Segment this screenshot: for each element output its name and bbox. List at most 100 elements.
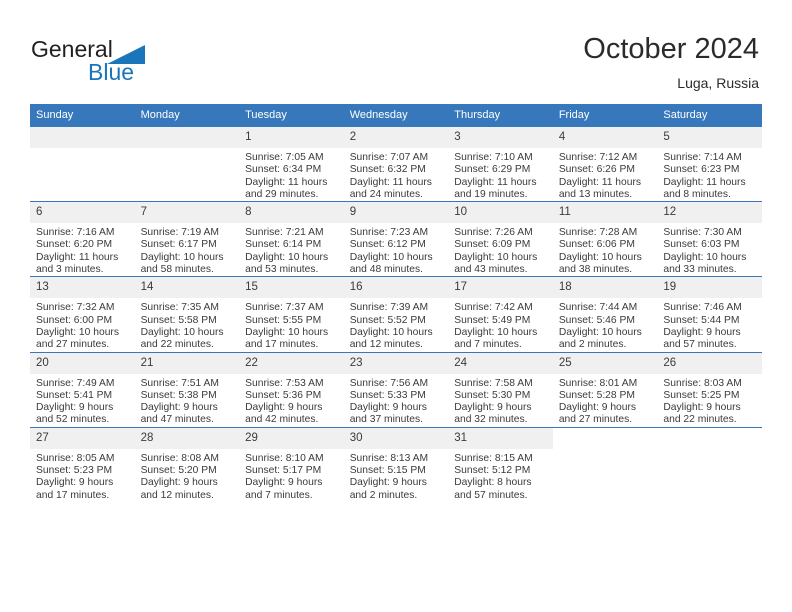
daylight-line: and 33 minutes. bbox=[663, 264, 737, 276]
daylight-line: Daylight: 9 hours bbox=[349, 402, 427, 414]
calendar-cell-empty bbox=[134, 125, 240, 202]
calendar-day-cell[interactable]: 21 Sunrise: 7:51 AM Sunset: 5:38 PM Dayligh… bbox=[134, 351, 240, 428]
calendar-cell-empty bbox=[657, 426, 762, 502]
calendar-day-cell[interactable]: 28 Sunrise: 8:08 AM Sunset: 5:20 PM Dayligh… bbox=[134, 426, 240, 502]
daylight-line: Daylight: 10 hours bbox=[245, 251, 329, 263]
daylight-line: Daylight: 10 hours bbox=[245, 326, 329, 338]
weekday-header-tuesday: Tuesday bbox=[239, 104, 344, 127]
day-details: Sunrise: 7:21 AM Sunset: 6:14 PM Daylight:… bbox=[239, 223, 344, 276]
calendar-cell-empty bbox=[552, 426, 658, 502]
sunset-line: Sunset: 5:17 PM bbox=[245, 465, 322, 477]
calendar-week-row: 6 Sunrise: 7:16 AM Sunset: 6:20 PM Daylight… bbox=[30, 201, 762, 277]
day-details: Sunrise: 7:28 AM Sunset: 6:06 PM Daylight:… bbox=[553, 223, 658, 276]
daylight-line: Daylight: 9 hours bbox=[245, 402, 323, 414]
daylight-line: and 7 minutes. bbox=[245, 489, 313, 501]
daylight-line: Daylight: 10 hours bbox=[558, 251, 642, 263]
day-details: Sunrise: 7:26 AM Sunset: 6:09 PM Daylight:… bbox=[448, 223, 553, 276]
day-details: Sunrise: 7:35 AM Sunset: 5:58 PM Daylight:… bbox=[135, 298, 240, 351]
calendar-day-cell[interactable]: 6 Sunrise: 7:16 AM Sunset: 6:20 PM Daylight… bbox=[30, 201, 135, 277]
calendar-day-cell[interactable]: 2 Sunrise: 7:07 AM Sunset: 6:32 PM Daylight… bbox=[343, 125, 449, 202]
sunrise-line: Sunrise: 7:32 AM bbox=[36, 302, 115, 314]
calendar-day-cell[interactable]: 26 Sunrise: 8:03 AM Sunset: 5:25 PM Dayligh… bbox=[657, 351, 762, 428]
sunset-line: Sunset: 6:17 PM bbox=[140, 239, 217, 251]
calendar-day-cell[interactable]: 1 Sunrise: 7:05 AM Sunset: 6:34 PM Daylight… bbox=[239, 125, 344, 202]
daylight-line: Daylight: 9 hours bbox=[558, 402, 637, 414]
sunset-line: Sunset: 5:44 PM bbox=[663, 314, 740, 326]
calendar-day-cell[interactable]: 15 Sunrise: 7:37 AM Sunset: 5:55 PM Dayligh… bbox=[239, 276, 344, 353]
daylight-line: Daylight: 9 hours bbox=[663, 402, 741, 414]
sunrise-line: Sunrise: 8:15 AM bbox=[454, 452, 533, 464]
sunrise-line: Sunrise: 8:08 AM bbox=[140, 452, 219, 464]
sunset-line: Sunset: 6:32 PM bbox=[349, 164, 426, 176]
calendar-day-cell[interactable]: 18 Sunrise: 7:44 AM Sunset: 5:46 PM Dayligh… bbox=[552, 276, 658, 353]
sunrise-line: Sunrise: 7:21 AM bbox=[245, 227, 324, 239]
day-number: 23 bbox=[343, 352, 449, 374]
day-number: 2 bbox=[343, 127, 449, 148]
calendar-day-cell[interactable]: 7 Sunrise: 7:19 AM Sunset: 6:17 PM Daylight… bbox=[134, 201, 240, 277]
calendar-day-cell[interactable]: 25 Sunrise: 8:01 AM Sunset: 5:28 PM Dayligh… bbox=[552, 351, 658, 428]
calendar-day-cell[interactable]: 14 Sunrise: 7:35 AM Sunset: 5:58 PM Dayligh… bbox=[134, 276, 240, 353]
day-number bbox=[30, 127, 135, 148]
daylight-line: Daylight: 11 hours bbox=[558, 176, 642, 188]
daylight-line: Daylight: 10 hours bbox=[349, 326, 433, 338]
day-number: 20 bbox=[30, 352, 135, 374]
calendar-day-cell[interactable]: 8 Sunrise: 7:21 AM Sunset: 6:14 PM Daylight… bbox=[239, 201, 344, 277]
daylight-line: Daylight: 9 hours bbox=[349, 477, 427, 489]
daylight-line: Daylight: 11 hours bbox=[454, 176, 537, 188]
weekday-header-friday: Friday bbox=[552, 104, 658, 127]
day-details: Sunrise: 7:42 AM Sunset: 5:49 PM Daylight:… bbox=[448, 298, 553, 351]
day-details: Sunrise: 7:46 AM Sunset: 5:44 PM Daylight:… bbox=[657, 298, 762, 351]
calendar-day-cell[interactable]: 30 Sunrise: 8:13 AM Sunset: 5:15 PM Dayligh… bbox=[343, 426, 449, 502]
calendar-day-cell[interactable]: 22 Sunrise: 7:53 AM Sunset: 5:36 PM Dayligh… bbox=[239, 351, 344, 428]
calendar-day-cell[interactable]: 5 Sunrise: 7:14 AM Sunset: 6:23 PM Daylight… bbox=[657, 125, 762, 202]
daylight-line: and 47 minutes. bbox=[140, 414, 214, 426]
calendar-day-cell[interactable]: 23 Sunrise: 7:56 AM Sunset: 5:33 PM Dayligh… bbox=[343, 351, 449, 428]
daylight-line: and 32 minutes. bbox=[454, 414, 528, 426]
calendar-day-cell[interactable]: 11 Sunrise: 7:28 AM Sunset: 6:06 PM Dayligh… bbox=[552, 201, 658, 277]
calendar-day-cell[interactable]: 17 Sunrise: 7:42 AM Sunset: 5:49 PM Dayligh… bbox=[448, 276, 553, 353]
day-number: 15 bbox=[239, 277, 344, 299]
calendar-day-cell[interactable]: 27 Sunrise: 8:05 AM Sunset: 5:23 PM Dayligh… bbox=[30, 426, 135, 502]
sunset-line: Sunset: 5:55 PM bbox=[245, 314, 322, 326]
page-header: General Blue October 2024 Luga, Russia bbox=[0, 0, 792, 104]
daylight-line: Daylight: 10 hours bbox=[454, 251, 538, 263]
day-number: 6 bbox=[30, 202, 135, 224]
calendar-day-cell[interactable]: 29 Sunrise: 8:10 AM Sunset: 5:17 PM Dayligh… bbox=[239, 426, 344, 502]
sunset-line: Sunset: 5:23 PM bbox=[36, 465, 113, 477]
day-number: 24 bbox=[448, 352, 553, 374]
calendar-day-cell[interactable]: 10 Sunrise: 7:26 AM Sunset: 6:09 PM Dayligh… bbox=[448, 201, 553, 277]
sunset-line: Sunset: 5:52 PM bbox=[349, 314, 426, 326]
sunset-line: Sunset: 5:46 PM bbox=[558, 314, 635, 326]
page-title: October 2024 bbox=[583, 33, 759, 65]
sunset-line: Sunset: 6:06 PM bbox=[558, 239, 635, 251]
calendar-day-cell[interactable]: 9 Sunrise: 7:23 AM Sunset: 6:12 PM Daylight… bbox=[343, 201, 449, 277]
day-number: 16 bbox=[343, 277, 449, 299]
sunrise-line: Sunrise: 8:01 AM bbox=[558, 377, 638, 389]
day-number: 25 bbox=[552, 352, 658, 374]
calendar-day-cell[interactable]: 19 Sunrise: 7:46 AM Sunset: 5:44 PM Dayligh… bbox=[657, 276, 762, 353]
day-details: Sunrise: 7:14 AM Sunset: 6:23 PM Daylight:… bbox=[657, 148, 762, 201]
sunset-line: Sunset: 5:38 PM bbox=[140, 389, 217, 401]
day-number bbox=[552, 427, 658, 449]
day-details: Sunrise: 7:37 AM Sunset: 5:55 PM Daylight:… bbox=[239, 298, 344, 351]
day-details: Sunrise: 8:08 AM Sunset: 5:20 PM Daylight:… bbox=[135, 449, 240, 502]
calendar-day-cell[interactable]: 4 Sunrise: 7:12 AM Sunset: 6:26 PM Daylight… bbox=[552, 125, 658, 202]
calendar-day-cell[interactable]: 3 Sunrise: 7:10 AM Sunset: 6:29 PM Daylight… bbox=[448, 125, 553, 202]
title-block: October 2024 Luga, Russia bbox=[583, 32, 759, 93]
calendar-day-cell[interactable]: 24 Sunrise: 7:58 AM Sunset: 5:30 PM Dayligh… bbox=[448, 351, 553, 428]
calendar-day-cell[interactable]: 31 Sunrise: 8:15 AM Sunset: 5:12 PM Dayligh… bbox=[448, 426, 553, 502]
calendar-day-cell[interactable]: 20 Sunrise: 7:49 AM Sunset: 5:41 PM Dayligh… bbox=[30, 351, 135, 428]
day-number: 3 bbox=[448, 127, 553, 148]
calendar-body: 1 Sunrise: 7:05 AM Sunset: 6:34 PM Daylight… bbox=[30, 125, 762, 502]
day-details: Sunrise: 8:10 AM Sunset: 5:17 PM Daylight:… bbox=[239, 449, 344, 502]
calendar-day-cell[interactable]: 16 Sunrise: 7:39 AM Sunset: 5:52 PM Dayligh… bbox=[343, 276, 449, 353]
day-details: Sunrise: 7:39 AM Sunset: 5:52 PM Daylight:… bbox=[344, 298, 449, 351]
sunset-line: Sunset: 6:20 PM bbox=[36, 239, 113, 251]
daylight-line: and 2 minutes. bbox=[558, 339, 627, 351]
daylight-line: and 13 minutes. bbox=[558, 188, 633, 200]
day-number: 11 bbox=[552, 202, 658, 224]
calendar-day-cell[interactable]: 13 Sunrise: 7:32 AM Sunset: 6:00 PM Dayligh… bbox=[30, 276, 135, 353]
calendar-day-cell[interactable]: 12 Sunrise: 7:30 AM Sunset: 6:03 PM Dayligh… bbox=[657, 201, 762, 277]
general-blue-logo[interactable]: General Blue bbox=[31, 36, 221, 88]
day-number: 12 bbox=[657, 202, 762, 224]
